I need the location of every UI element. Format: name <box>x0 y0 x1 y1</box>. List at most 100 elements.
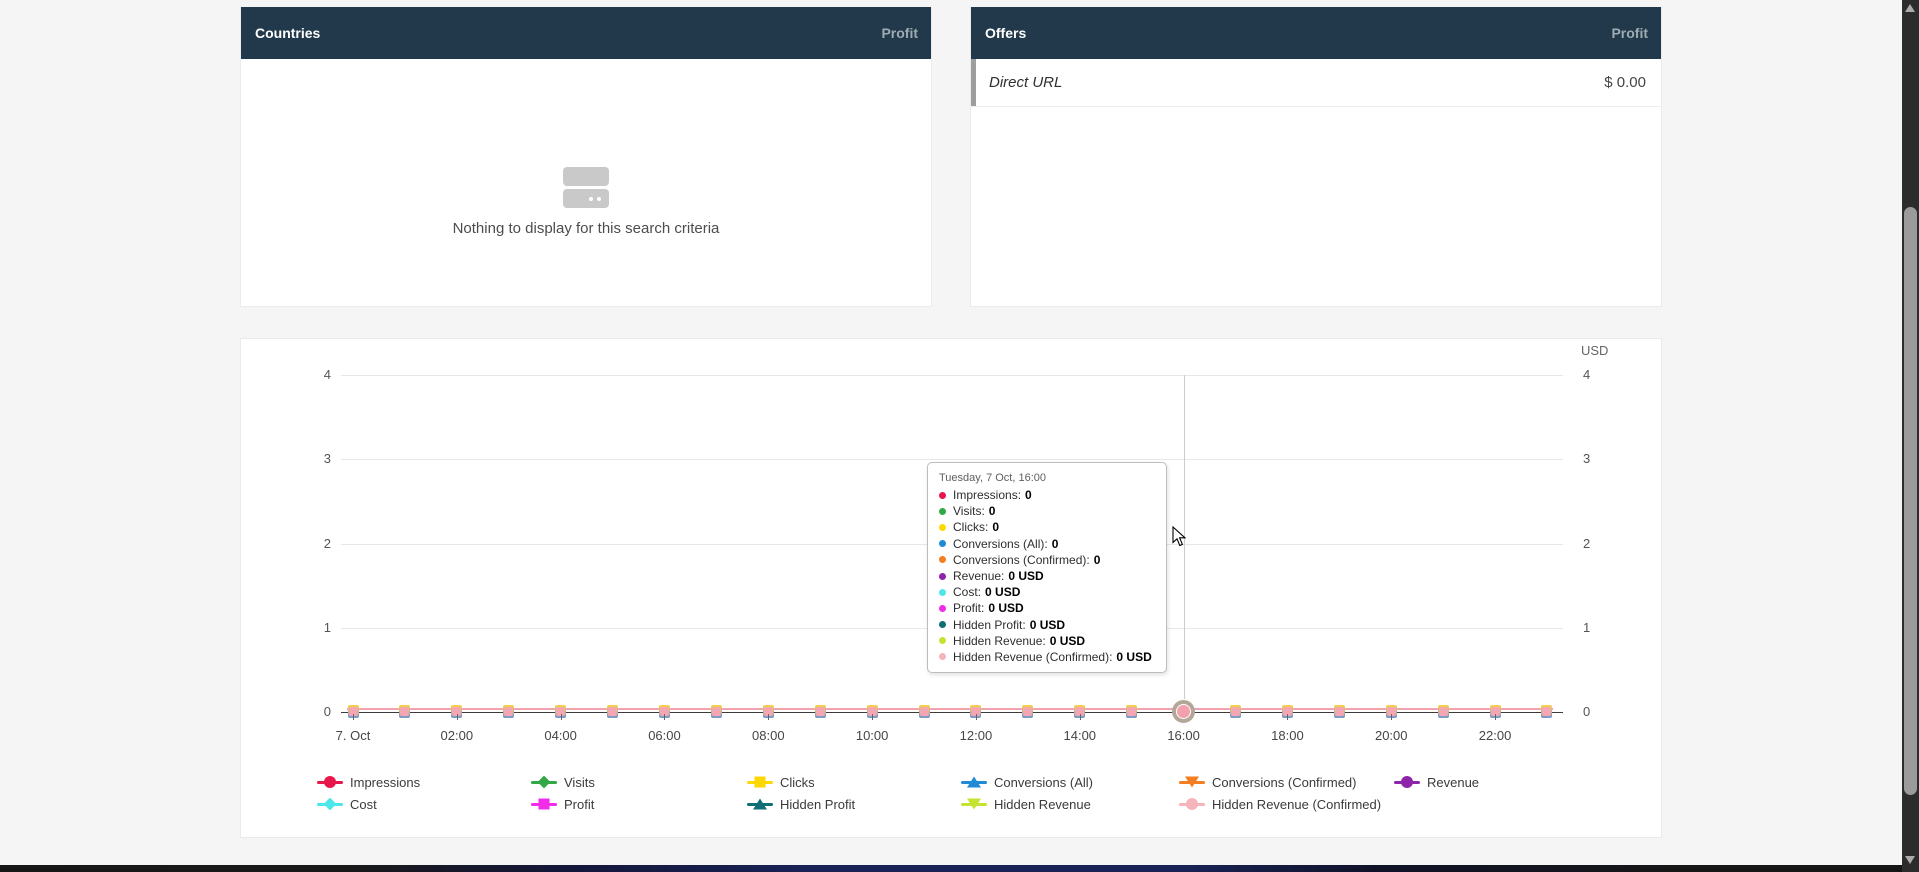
x-axis-label: 22:00 <box>1463 728 1527 743</box>
empty-state-message: Nothing to display for this search crite… <box>241 220 931 237</box>
data-point-marker <box>503 705 514 718</box>
legend-label: Impressions <box>350 775 420 790</box>
legend-circle-icon <box>1179 794 1205 814</box>
y-axis-label-left: 1 <box>296 620 331 635</box>
legend-label: Hidden Profit <box>780 797 855 812</box>
y-axis-label-right: 0 <box>1583 704 1618 719</box>
legend-square-icon <box>531 794 557 814</box>
legend-item[interactable]: Clicks <box>747 772 815 792</box>
y-axis-label-left: 0 <box>296 704 331 719</box>
legend-item[interactable]: Cost <box>317 794 377 814</box>
legend-item[interactable]: Profit <box>531 794 594 814</box>
x-axis-tick <box>1287 714 1288 720</box>
data-point-marker <box>399 705 410 718</box>
tooltip-series-dot-icon <box>939 508 946 515</box>
tooltip-metric-row: Cost:0 USD <box>938 584 1156 600</box>
legend-triangle-down-icon <box>961 794 987 814</box>
x-axis-label: 18:00 <box>1255 728 1319 743</box>
x-axis-tick <box>561 714 562 720</box>
empty-data-icon <box>563 167 609 208</box>
legend-triangle-up-icon <box>747 794 773 814</box>
data-point-marker <box>919 705 930 718</box>
chart-panel: USD 44332211007. Oct02:0004:0006:0008:00… <box>240 338 1662 838</box>
tooltip-series-dot-icon <box>939 556 946 563</box>
tooltip-metric-row: Clicks:0 <box>938 519 1156 535</box>
tooltip-metric-row: Impressions:0 <box>938 487 1156 503</box>
x-axis-label: 7. Oct <box>321 728 385 743</box>
legend-item[interactable]: Conversions (All) <box>961 772 1093 792</box>
countries-panel-title: Countries <box>255 25 320 41</box>
x-axis-tick <box>768 714 769 720</box>
countries-panel-body: Nothing to display for this search crite… <box>241 59 931 306</box>
data-point-marker <box>1438 705 1449 718</box>
tooltip-series-dot-icon <box>939 524 946 531</box>
tooltip-series-dot-icon <box>939 637 946 644</box>
y-axis-label-right: 4 <box>1583 367 1618 382</box>
x-axis-label: 12:00 <box>944 728 1008 743</box>
x-axis-tick <box>664 714 665 720</box>
tooltip-metric-row: Hidden Profit:0 USD <box>938 617 1156 633</box>
y-axis-label-right: 2 <box>1583 536 1618 551</box>
tooltip-title: Tuesday, 7 Oct, 16:00 <box>938 472 1156 484</box>
legend-item[interactable]: Hidden Revenue <box>961 794 1091 814</box>
x-axis-label: 10:00 <box>840 728 904 743</box>
legend-item[interactable]: Hidden Profit <box>747 794 855 814</box>
scrollbar-down-arrow-icon[interactable] <box>1905 856 1915 864</box>
legend-label: Visits <box>564 775 595 790</box>
x-axis-label: 04:00 <box>529 728 593 743</box>
tooltip-metric-row: Conversions (All):0 <box>938 536 1156 552</box>
page-scrollbar[interactable] <box>1902 0 1919 872</box>
offers-panel-header: Offers Profit <box>971 7 1661 59</box>
hovered-data-point[interactable] <box>1172 700 1195 723</box>
x-axis-tick <box>353 714 354 720</box>
tooltip-metric-row: Revenue:0 USD <box>938 568 1156 584</box>
scrollbar-thumb[interactable] <box>1904 207 1917 795</box>
x-axis-label: 02:00 <box>425 728 489 743</box>
legend-diamond-icon <box>531 772 557 792</box>
legend-item[interactable]: Visits <box>531 772 595 792</box>
legend-label: Conversions (All) <box>994 775 1093 790</box>
legend-label: Cost <box>350 797 377 812</box>
chart-gridline <box>341 375 1563 376</box>
legend-item[interactable]: Hidden Revenue (Confirmed) <box>1179 794 1381 814</box>
offer-row[interactable]: Direct URL $ 0.00 <box>971 59 1661 107</box>
y-axis-label-right: 3 <box>1583 451 1618 466</box>
legend-diamond-icon <box>317 794 343 814</box>
offers-metric-column-label: Profit <box>1611 25 1648 41</box>
legend-label: Hidden Revenue <box>994 797 1091 812</box>
legend-item[interactable]: Revenue <box>1394 772 1479 792</box>
legend-item[interactable]: Impressions <box>317 772 420 792</box>
chart-tooltip: Tuesday, 7 Oct, 16:00 Impressions:0Visit… <box>927 462 1167 673</box>
countries-panel-header: Countries Profit <box>241 7 931 59</box>
x-axis-label: 20:00 <box>1359 728 1423 743</box>
tooltip-series-dot-icon <box>939 589 946 596</box>
chart-gridline <box>341 459 1563 460</box>
x-axis-tick <box>976 714 977 720</box>
tooltip-metric-row: Visits:0 <box>938 503 1156 519</box>
legend-label: Profit <box>564 797 594 812</box>
tooltip-metric-row: Hidden Revenue (Confirmed):0 USD <box>938 649 1156 665</box>
tooltip-series-dot-icon <box>939 492 946 499</box>
countries-empty-state: Nothing to display for this search crite… <box>241 167 931 237</box>
x-axis-tick <box>1495 714 1496 720</box>
tooltip-metric-row: Conversions (Confirmed):0 <box>938 552 1156 568</box>
legend-label: Clicks <box>780 775 815 790</box>
scrollbar-up-arrow-icon[interactable] <box>1905 4 1915 12</box>
legend-label: Revenue <box>1427 775 1479 790</box>
data-point-marker <box>815 705 826 718</box>
tooltip-series-dot-icon <box>939 621 946 628</box>
data-point-marker <box>1230 705 1241 718</box>
data-point-marker <box>711 705 722 718</box>
tooltip-series-dot-icon <box>939 605 946 612</box>
offers-panel-title: Offers <box>985 25 1026 41</box>
x-axis-label: 08:00 <box>736 728 800 743</box>
flat-series-line <box>347 708 1553 710</box>
y-axis-label-left: 2 <box>296 536 331 551</box>
offer-profit-value: $ 0.00 <box>1604 74 1646 91</box>
y-axis-label-left: 4 <box>296 367 331 382</box>
data-point-marker <box>1126 705 1137 718</box>
legend-item[interactable]: Conversions (Confirmed) <box>1179 772 1357 792</box>
legend-label: Conversions (Confirmed) <box>1212 775 1357 790</box>
offers-panel: Offers Profit Direct URL $ 0.00 <box>970 7 1662 307</box>
taskbar-strip <box>0 865 1919 872</box>
